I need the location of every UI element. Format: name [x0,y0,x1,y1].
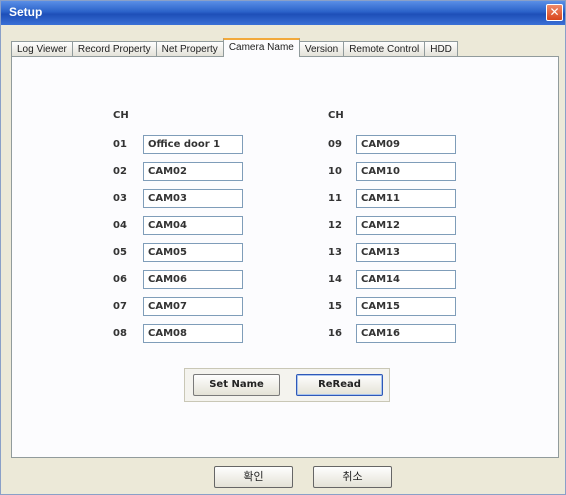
channel-number: 08 [113,328,127,339]
cancel-button[interactable]: 취소 [313,466,392,488]
channel-number: 15 [328,301,342,312]
channel-number: 07 [113,301,127,312]
camera-name-field-14[interactable] [356,270,456,289]
tab-camera-name[interactable]: Camera Name [222,38,300,57]
camera-name-field-01[interactable] [143,135,243,154]
ch-header-left: CH [113,110,129,121]
camera-name-field-05[interactable] [143,243,243,262]
tab-hdd[interactable]: HDD [424,41,458,57]
channel-number: 05 [113,247,127,258]
reread-button[interactable]: ReRead [296,374,383,396]
name-buttons-group: Set Name ReRead [184,368,390,402]
camera-name-field-03[interactable] [143,189,243,208]
channel-number: 02 [113,166,127,177]
camera-name-field-02[interactable] [143,162,243,181]
camera-name-field-10[interactable] [356,162,456,181]
channel-number: 06 [113,274,127,285]
title-bar[interactable]: Setup ✕ [1,1,565,25]
ok-button[interactable]: 확인 [214,466,293,488]
channel-number: 13 [328,247,342,258]
channel-number: 04 [113,220,127,231]
camera-name-field-07[interactable] [143,297,243,316]
camera-name-field-06[interactable] [143,270,243,289]
tab-record-property[interactable]: Record Property [71,41,157,57]
tab-version[interactable]: Version [298,41,345,57]
setup-window: Setup ✕ Log Viewer Record Property Net P… [0,0,566,495]
camera-name-field-13[interactable] [356,243,456,262]
window-title: Setup [9,5,43,19]
camera-name-field-15[interactable] [356,297,456,316]
ch-header-right: CH [328,110,344,121]
tab-log-viewer[interactable]: Log Viewer [11,41,73,57]
channel-number: 03 [113,193,127,204]
channel-number: 09 [328,139,342,150]
camera-name-field-16[interactable] [356,324,456,343]
camera-name-field-11[interactable] [356,189,456,208]
channel-number: 11 [328,193,342,204]
channel-number: 10 [328,166,342,177]
tab-remote-control[interactable]: Remote Control [343,41,426,57]
channel-number: 12 [328,220,342,231]
tab-strip: Log Viewer Record Property Net Property … [11,38,458,57]
channel-number: 16 [328,328,342,339]
camera-name-field-09[interactable] [356,135,456,154]
camera-name-field-04[interactable] [143,216,243,235]
channel-number: 01 [113,139,127,150]
channel-number: 14 [328,274,342,285]
camera-name-field-12[interactable] [356,216,456,235]
set-name-button[interactable]: Set Name [193,374,280,396]
camera-name-panel: CH CH 01 02 03 04 05 06 07 08 09 10 11 1… [11,56,559,458]
tab-net-property[interactable]: Net Property [155,41,224,57]
close-icon[interactable]: ✕ [546,4,563,21]
camera-name-field-08[interactable] [143,324,243,343]
